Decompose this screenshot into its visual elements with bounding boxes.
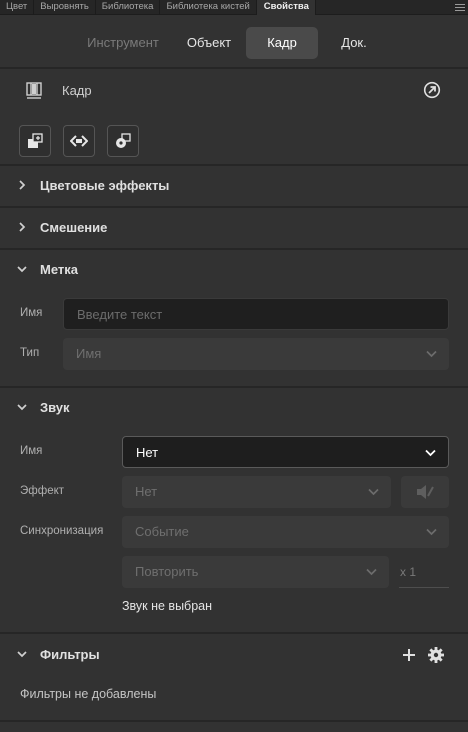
- label-type-value: Имя: [76, 346, 102, 361]
- section-label[interactable]: Метка: [0, 251, 468, 289]
- sound-effect-dropdown: Нет: [122, 476, 391, 508]
- section-title: Цветовые эффекты: [40, 178, 170, 193]
- panel-tab-color[interactable]: Цвет: [0, 0, 35, 15]
- frame-action-button-1[interactable]: [19, 125, 51, 157]
- sound-sync-dropdown: Событие: [122, 516, 449, 548]
- chevron-down-icon: [17, 266, 27, 273]
- chevron-down-icon: [17, 651, 27, 658]
- sound-sync-value: Событие: [135, 524, 189, 539]
- label-name-field[interactable]: [63, 298, 449, 330]
- label-type-label: Тип: [20, 347, 40, 359]
- panel-tab-properties[interactable]: Свойства: [256, 0, 316, 15]
- frame-action-button-3[interactable]: [107, 125, 139, 157]
- insert-frame-icon: [28, 133, 43, 148]
- sound-effect-value: Нет: [135, 484, 158, 499]
- sound-effect-label: Эффект: [20, 485, 65, 497]
- panel-tab-library[interactable]: Библиотека: [96, 0, 161, 15]
- filters-status-text: Фильтры не добавлены: [20, 687, 157, 701]
- sound-edit-button: [401, 476, 449, 508]
- divider: [0, 248, 468, 250]
- panel-tab-align[interactable]: Выровнять: [34, 0, 96, 15]
- chevron-down-icon: [366, 568, 377, 576]
- sound-name-value: Нет: [136, 445, 159, 460]
- section-title: Метка: [40, 262, 78, 277]
- context-tabs: Инструмент Объект Кадр Док.: [0, 27, 468, 59]
- filter-settings-gear-icon[interactable]: [427, 646, 445, 664]
- sound-name-label: Имя: [20, 445, 43, 457]
- sound-name-dropdown[interactable]: Нет: [122, 436, 449, 468]
- chevron-down-icon: [426, 528, 437, 536]
- repeat-count-underline: [399, 587, 449, 588]
- sound-repeat-dropdown: Повторить: [122, 556, 389, 588]
- panel-menu-icon[interactable]: [455, 2, 465, 12]
- speaker-edit-icon: [417, 485, 434, 499]
- sound-sync-label: Синхронизация: [20, 525, 104, 537]
- section-title: Фильтры: [40, 647, 100, 662]
- section-title: Смешение: [40, 220, 108, 235]
- section-sound[interactable]: Звук: [0, 389, 468, 427]
- tab-object[interactable]: Объект: [178, 27, 240, 59]
- divider: [0, 720, 468, 722]
- divider: [0, 206, 468, 208]
- open-external-icon[interactable]: [423, 81, 441, 99]
- sound-repeat-count: x 1: [400, 565, 417, 579]
- panel-tab-brush-library[interactable]: Библиотека кистей: [160, 0, 257, 15]
- add-filter-icon[interactable]: [402, 648, 416, 662]
- chevron-right-icon: [19, 222, 26, 232]
- label-name-label: Имя: [20, 307, 43, 319]
- frame-settings-icon: [116, 133, 131, 148]
- label-type-dropdown: Имя: [63, 338, 449, 370]
- panel-tab-strip: Цвет Выровнять Библиотека Библиотека кис…: [0, 0, 468, 15]
- tab-frame[interactable]: Кадр: [246, 27, 318, 59]
- divider: [0, 386, 468, 388]
- swap-frames-icon: [70, 135, 88, 147]
- frame-header-label: Кадр: [62, 83, 92, 98]
- label-name-input[interactable]: [77, 299, 448, 330]
- section-filters[interactable]: Фильтры: [0, 636, 468, 674]
- sound-status-text: Звук не выбран: [122, 599, 213, 613]
- tab-doc[interactable]: Док.: [328, 27, 380, 59]
- frame-action-button-2[interactable]: [63, 125, 95, 157]
- chevron-down-icon: [17, 404, 27, 411]
- divider: [0, 164, 468, 166]
- sound-repeat-value: Повторить: [135, 564, 199, 579]
- divider: [0, 632, 468, 634]
- frame-icon: [26, 82, 42, 99]
- divider: [0, 67, 468, 69]
- chevron-down-icon: [426, 350, 437, 358]
- tab-tool: Инструмент: [87, 35, 159, 50]
- section-title: Звук: [40, 400, 70, 415]
- chevron-down-icon: [368, 488, 379, 496]
- chevron-down-icon: [425, 449, 436, 457]
- section-color-effects[interactable]: Цветовые эффекты: [0, 167, 468, 205]
- section-blending[interactable]: Смешение: [0, 209, 468, 247]
- chevron-right-icon: [19, 180, 26, 190]
